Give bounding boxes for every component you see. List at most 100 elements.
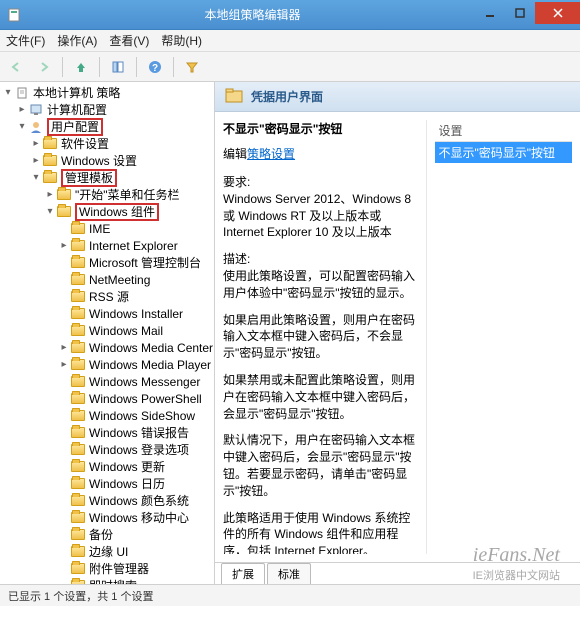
expander-icon[interactable]: ▸ (58, 359, 70, 370)
minimize-button[interactable] (475, 2, 505, 24)
expander-icon[interactable] (58, 580, 70, 584)
tree-item[interactable]: 附件管理器 (2, 560, 214, 577)
menu-view[interactable]: 查看(V) (109, 32, 149, 49)
tree-item[interactable]: Windows 颜色系统 (2, 492, 214, 509)
tree-root[interactable]: ▾ 本地计算机 策略 (2, 84, 214, 101)
close-button[interactable] (535, 2, 580, 24)
folder-icon (28, 119, 44, 135)
tree-item[interactable]: Windows Mail (2, 322, 214, 339)
tab-standard[interactable]: 标准 (267, 563, 311, 584)
expander-icon[interactable] (58, 274, 70, 285)
tree-windows-components[interactable]: ▾ Windows 组件 (2, 203, 214, 220)
expander-icon[interactable]: ▸ (58, 342, 70, 353)
expander-icon[interactable] (58, 529, 70, 540)
tree-label: Windows 错误报告 (89, 424, 189, 441)
tree-pane[interactable]: ▾ 本地计算机 策略 ▸ 计算机配置 ▾ 用户配置 ▸ 软件设置 ▸ Windo… (0, 82, 215, 584)
tree-item[interactable]: ▸ Windows Media Player (2, 356, 214, 373)
expander-icon[interactable]: ▾ (2, 87, 14, 98)
tree-item[interactable]: NetMeeting (2, 271, 214, 288)
tree-item[interactable]: RSS 源 (2, 288, 214, 305)
tree-item[interactable]: Windows 错误报告 (2, 424, 214, 441)
tree-item[interactable]: IME (2, 220, 214, 237)
expander-icon[interactable]: ▾ (16, 121, 28, 132)
tree-user-config[interactable]: ▾ 用户配置 (2, 118, 214, 135)
expander-icon[interactable] (58, 512, 70, 523)
settings-list[interactable]: 设置 不显示"密码显示"按钮 (426, 120, 573, 554)
column-header-settings[interactable]: 设置 (435, 120, 573, 142)
folder-icon (70, 442, 86, 458)
help-button[interactable]: ? (143, 55, 167, 79)
folder-icon (70, 459, 86, 475)
expander-icon[interactable]: ▾ (30, 172, 42, 183)
tree-start-taskbar[interactable]: ▸ "开始"菜单和任务栏 (2, 186, 214, 203)
tree-item[interactable]: Windows 登录选项 (2, 441, 214, 458)
tree-item[interactable]: Windows 移动中心 (2, 509, 214, 526)
tree-software-settings[interactable]: ▸ 软件设置 (2, 135, 214, 152)
expander-icon[interactable] (58, 308, 70, 319)
window-title: 本地组策略编辑器 (30, 6, 475, 23)
forward-button[interactable] (32, 55, 56, 79)
expander-icon[interactable]: ▸ (30, 138, 42, 149)
tree-admin-templates[interactable]: ▾ 管理模板 (2, 169, 214, 186)
expander-icon[interactable]: ▾ (44, 206, 56, 217)
tree-item[interactable]: Windows PowerShell (2, 390, 214, 407)
expander-icon[interactable] (58, 291, 70, 302)
tree-item[interactable]: 备份 (2, 526, 214, 543)
separator (173, 57, 174, 77)
tree-item[interactable]: Windows 更新 (2, 458, 214, 475)
tree-label: Windows SideShow (89, 409, 195, 423)
expander-icon[interactable] (58, 461, 70, 472)
expander-icon[interactable] (58, 376, 70, 387)
expander-icon[interactable]: ▸ (44, 189, 56, 200)
menu-help[interactable]: 帮助(H) (161, 32, 202, 49)
up-button[interactable] (69, 55, 93, 79)
show-hide-tree-button[interactable] (106, 55, 130, 79)
tree-item[interactable]: Windows 日历 (2, 475, 214, 492)
maximize-button[interactable] (505, 2, 535, 24)
expander-icon[interactable] (58, 410, 70, 421)
tree-item[interactable]: ▸ Windows Media Center (2, 339, 214, 356)
tree-item[interactable]: 即时搜索 (2, 577, 214, 584)
tree-label: Windows Messenger (89, 375, 200, 389)
tree-label: 边缘 UI (89, 543, 128, 560)
expander-icon[interactable] (58, 393, 70, 404)
tree-item[interactable]: Windows Messenger (2, 373, 214, 390)
tree-label: Windows 日历 (89, 475, 165, 492)
expander-icon[interactable] (58, 325, 70, 336)
expander-icon[interactable] (58, 478, 70, 489)
expander-icon[interactable] (58, 563, 70, 574)
desc2: 如果启用此策略设置，则用户在密码输入文本框中键入密码后，不会显示"密码显示"按钮… (223, 312, 416, 362)
expander-icon[interactable]: ▸ (58, 240, 70, 251)
expander-icon[interactable]: ▸ (16, 104, 28, 115)
tree-label: 备份 (89, 526, 113, 543)
setting-row-selected[interactable]: 不显示"密码显示"按钮 (435, 142, 573, 163)
tree-item[interactable]: Windows Installer (2, 305, 214, 322)
expander-icon[interactable] (58, 223, 70, 234)
tree-item[interactable]: ▸ Internet Explorer (2, 237, 214, 254)
menu-action[interactable]: 操作(A) (57, 32, 97, 49)
expander-icon[interactable] (58, 444, 70, 455)
menu-file[interactable]: 文件(F) (6, 32, 45, 49)
tree-item[interactable]: Windows SideShow (2, 407, 214, 424)
expander-icon[interactable]: ▸ (30, 155, 42, 166)
tree-label: Windows PowerShell (89, 392, 202, 406)
folder-icon (70, 323, 86, 339)
tree-label: 即时搜索 (89, 577, 137, 584)
folder-icon (70, 306, 86, 322)
expander-icon[interactable] (58, 546, 70, 557)
folder-icon (70, 408, 86, 424)
back-button[interactable] (4, 55, 28, 79)
content-area: ▾ 本地计算机 策略 ▸ 计算机配置 ▾ 用户配置 ▸ 软件设置 ▸ Windo… (0, 82, 580, 584)
tree-label: 计算机配置 (47, 101, 107, 118)
expander-icon[interactable] (58, 257, 70, 268)
tree-windows-settings[interactable]: ▸ Windows 设置 (2, 152, 214, 169)
expander-icon[interactable] (58, 495, 70, 506)
edit-policy-link[interactable]: 策略设置 (247, 147, 295, 161)
tab-extended[interactable]: 扩展 (221, 563, 265, 584)
filter-button[interactable] (180, 55, 204, 79)
tree-item[interactable]: 边缘 UI (2, 543, 214, 560)
tree-item[interactable]: Microsoft 管理控制台 (2, 254, 214, 271)
expander-icon[interactable] (58, 427, 70, 438)
tree-computer-config[interactable]: ▸ 计算机配置 (2, 101, 214, 118)
tree-label: Windows Media Center (89, 341, 213, 355)
